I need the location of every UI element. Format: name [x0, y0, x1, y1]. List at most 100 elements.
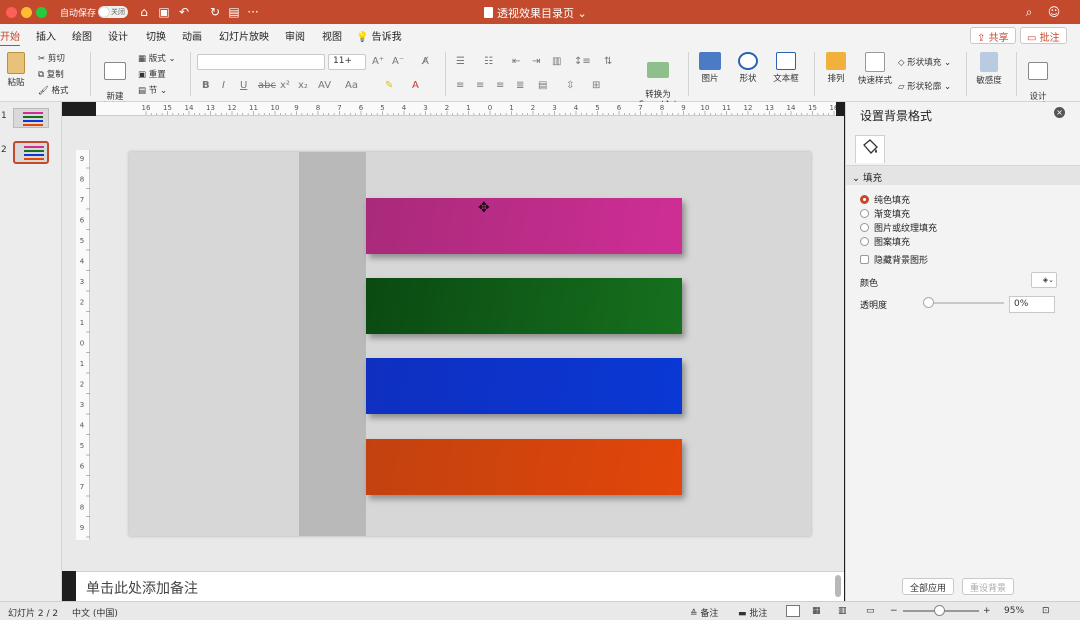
present-icon[interactable]: ▤: [226, 4, 242, 20]
line-spacing-icon[interactable]: ↕≡: [574, 56, 591, 67]
align-left-icon[interactable]: ≡: [456, 80, 464, 91]
tab-view[interactable]: 视图: [322, 28, 342, 43]
align-right-icon[interactable]: ≡: [496, 80, 504, 91]
slide-bar-green[interactable]: [366, 278, 682, 334]
share-button[interactable]: ⇪ 共享: [970, 27, 1016, 44]
numbering-icon[interactable]: ☷: [484, 56, 493, 67]
shape-fill-button[interactable]: ◇ 形状填充 ⌄: [898, 56, 951, 68]
tab-design[interactable]: 设计: [108, 28, 128, 43]
quick-styles-button[interactable]: 快速样式: [856, 52, 894, 86]
normal-view-button[interactable]: [786, 605, 800, 617]
strikethrough-icon[interactable]: abc: [258, 80, 276, 91]
sensitivity-button[interactable]: 敏感度: [972, 52, 1006, 86]
transparency-slider-track[interactable]: [926, 302, 1004, 304]
columns-icon[interactable]: ▥: [552, 56, 561, 67]
fill-section-header[interactable]: ⌄ 填充: [846, 165, 1080, 185]
tab-home[interactable]: 开始: [0, 28, 20, 47]
pattern-fill-option[interactable]: 图案填充: [860, 235, 910, 248]
distribute-icon[interactable]: ▤: [538, 80, 547, 91]
layout-button[interactable]: ▦ 版式 ⌄: [138, 52, 176, 64]
transparency-slider-knob[interactable]: [923, 297, 934, 308]
home-icon[interactable]: ⌂: [136, 4, 152, 20]
slide[interactable]: [129, 152, 811, 536]
zoom-slider-knob[interactable]: [934, 605, 945, 616]
text-box-align-icon[interactable]: ⊞: [592, 80, 600, 91]
underline-icon[interactable]: U: [240, 80, 247, 91]
increase-font-icon[interactable]: A⁺: [372, 56, 384, 67]
italic-icon[interactable]: I: [222, 80, 225, 91]
notes-scrollbar[interactable]: [835, 575, 841, 597]
autosave-toggle[interactable]: 关闭: [98, 6, 128, 18]
search-icon[interactable]: ⌕: [1021, 4, 1037, 20]
zoom-level[interactable]: 95%: [1004, 606, 1024, 616]
zoom-window-button[interactable]: [36, 7, 47, 18]
gradient-fill-option[interactable]: 渐变填充: [860, 207, 910, 220]
zoom-in-button[interactable]: +: [983, 606, 991, 616]
solid-fill-option[interactable]: 纯色填充: [860, 193, 910, 206]
tab-insert[interactable]: 插入: [36, 28, 56, 43]
font-name-input[interactable]: [197, 54, 325, 70]
color-picker-button[interactable]: ◈⌄: [1031, 272, 1057, 288]
notes-placeholder[interactable]: 单击此处添加备注: [76, 571, 844, 601]
tab-tell-me[interactable]: 💡 告诉我: [356, 28, 402, 43]
shape-button[interactable]: 形状: [732, 52, 764, 84]
account-icon[interactable]: ☺: [1046, 4, 1062, 20]
redo-icon[interactable]: ↻: [207, 4, 223, 20]
arrange-button[interactable]: 排列: [820, 52, 852, 84]
highlight-icon[interactable]: ✎: [385, 80, 393, 91]
undo-icon[interactable]: ↶: [176, 4, 192, 20]
slide-bar-orange[interactable]: [366, 439, 682, 495]
tab-animations[interactable]: 动画: [182, 28, 202, 43]
tab-review[interactable]: 审阅: [285, 28, 305, 43]
section-button[interactable]: ▤ 节 ⌄: [138, 84, 167, 96]
comments-toggle[interactable]: ▬ 批注: [738, 606, 767, 619]
shape-outline-button[interactable]: ▱ 形状轮廓 ⌄: [898, 80, 951, 92]
notes-toggle[interactable]: ≙ 备注: [690, 606, 718, 619]
justify-icon[interactable]: ≣: [516, 80, 524, 91]
slide-bar-blue[interactable]: [366, 358, 682, 414]
picture-button[interactable]: 图片: [694, 52, 726, 84]
align-text-icon[interactable]: ⇳: [566, 80, 574, 91]
slide-gray-column[interactable]: [299, 152, 366, 536]
decrease-font-icon[interactable]: A⁻: [392, 56, 404, 67]
bold-icon[interactable]: B: [202, 80, 210, 91]
picture-texture-fill-option[interactable]: 图片或纹理填充: [860, 221, 937, 234]
font-size-input[interactable]: 11+: [328, 54, 366, 70]
minimize-window-button[interactable]: [21, 7, 32, 18]
tab-draw[interactable]: 绘图: [72, 28, 92, 43]
tab-slideshow[interactable]: 幻灯片放映: [219, 28, 269, 43]
bullets-icon[interactable]: ☰: [456, 56, 465, 67]
slide-thumbnail-1[interactable]: [13, 108, 49, 128]
tab-transitions[interactable]: 切换: [146, 28, 166, 43]
reading-view-icon[interactable]: ▥: [838, 606, 847, 616]
close-pane-button[interactable]: ×: [1054, 107, 1065, 118]
outdent-icon[interactable]: ⇤: [512, 56, 520, 67]
more-icon[interactable]: ···: [245, 4, 261, 20]
reset-button[interactable]: ▣ 重置: [138, 68, 166, 80]
char-spacing-icon[interactable]: AV: [318, 80, 331, 91]
paste-button[interactable]: 粘贴: [4, 52, 28, 88]
comments-button[interactable]: ▭ 批注: [1020, 27, 1067, 44]
zoom-out-button[interactable]: −: [890, 606, 898, 616]
subscript-icon[interactable]: x₂: [298, 80, 308, 91]
textbox-button[interactable]: 文本框: [768, 52, 804, 84]
slide-thumbnail-2[interactable]: [13, 141, 49, 164]
close-window-button[interactable]: [6, 7, 17, 18]
fit-slide-icon[interactable]: ⊡: [1042, 606, 1050, 616]
change-case-icon[interactable]: Aa: [345, 80, 358, 91]
slide-bar-magenta[interactable]: [366, 198, 682, 254]
superscript-icon[interactable]: x²: [280, 80, 290, 91]
indent-icon[interactable]: ⇥: [532, 56, 540, 67]
copy-button[interactable]: ⧉ 复制: [38, 68, 64, 80]
apply-all-button[interactable]: 全部应用: [902, 578, 955, 595]
fill-tab[interactable]: [855, 135, 885, 163]
clear-format-icon[interactable]: A̸: [422, 56, 429, 67]
transparency-input[interactable]: 0%: [1009, 296, 1055, 313]
align-center-icon[interactable]: ≡: [476, 80, 484, 91]
text-direction-icon[interactable]: ⇅: [604, 56, 612, 67]
reset-background-button[interactable]: 重设背景: [962, 578, 1015, 595]
slide-sorter-icon[interactable]: ▦: [812, 606, 821, 616]
language-indicator[interactable]: 中文 (中国): [72, 606, 118, 619]
format-painter-button[interactable]: 🖌 格式: [38, 84, 69, 96]
font-color-icon[interactable]: A: [412, 80, 419, 91]
